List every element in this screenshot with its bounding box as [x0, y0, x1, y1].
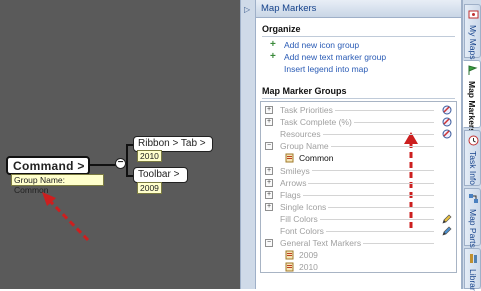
flag-marker-icon — [285, 153, 294, 163]
divider — [262, 98, 455, 99]
tree-item-font-colors[interactable]: Font Colors — [261, 224, 456, 237]
pane-title: Map Markers — [256, 0, 461, 18]
flag-marker-icon — [285, 250, 294, 260]
tree-item-resources[interactable]: Resources — [261, 128, 456, 141]
add-icon-group-link[interactable]: + Add new icon group — [270, 39, 461, 51]
side-tab-strip: My Maps Map Markers Task Info Map Parts … — [462, 0, 481, 291]
expand-icon[interactable]: + — [265, 166, 273, 175]
pencil-icon[interactable] — [442, 214, 452, 224]
task-info-icon — [468, 135, 479, 146]
tree-item-flags[interactable]: + Flags — [261, 188, 456, 201]
divider — [262, 36, 455, 37]
collapse-pane-arrow-icon[interactable]: ▷ — [244, 5, 250, 14]
tree-item-2010[interactable]: 2010 — [261, 261, 456, 273]
organize-heading: Organize — [262, 24, 301, 34]
tab-map-markers[interactable]: Map Markers — [463, 60, 481, 133]
tab-task-info[interactable]: Task Info — [464, 130, 481, 186]
tree-item-arrows[interactable]: + Arrows — [261, 176, 456, 189]
edit-marker-icon[interactable] — [442, 105, 452, 115]
collapse-icon[interactable]: − — [265, 142, 273, 151]
tab-map-parts[interactable]: Map Parts — [464, 188, 481, 248]
map-parts-icon — [469, 194, 478, 203]
tree-item-common[interactable]: Common — [261, 152, 456, 164]
annotation-arrow-icon — [42, 192, 90, 242]
tab-my-maps[interactable]: My Maps — [464, 4, 481, 59]
collapse-icon[interactable]: − — [265, 239, 273, 248]
pane-splitter[interactable]: ▷ — [240, 0, 256, 289]
tree-item-group-name[interactable]: − Group Name — [261, 140, 456, 153]
expand-icon[interactable]: + — [265, 190, 273, 199]
map-marker-groups-heading: Map Marker Groups — [262, 86, 347, 96]
edit-marker-icon[interactable] — [442, 129, 452, 139]
tree-item-task-complete[interactable]: + Task Complete (%) — [261, 116, 456, 129]
insert-legend-link[interactable]: Insert legend into map — [270, 63, 461, 75]
expand-icon[interactable]: + — [265, 178, 273, 187]
flag-marker-icon — [285, 262, 294, 272]
pencil-icon[interactable] — [442, 226, 452, 236]
map-canvas[interactable]: Command > Group Name: Common − Ribbon > … — [0, 0, 240, 289]
annotation-arrow-icon — [404, 132, 418, 228]
tree-item-task-priorities[interactable]: + Task Priorities — [261, 104, 456, 117]
organize-links: + Add new icon group + Add new text mark… — [256, 39, 461, 75]
expand-icon[interactable]: + — [265, 118, 273, 127]
my-maps-icon — [468, 10, 479, 19]
library-icon — [470, 254, 477, 263]
expand-icon[interactable]: + — [265, 202, 273, 211]
tree-item-general-text-markers[interactable]: − General Text Markers — [261, 237, 456, 250]
marker-groups-tree[interactable]: + Task Priorities + Task Complete (%) Re… — [260, 101, 457, 273]
edit-marker-icon[interactable] — [442, 117, 452, 127]
expand-icon[interactable]: + — [265, 106, 273, 115]
map-markers-pane: Map Markers Organize + Add new icon grou… — [256, 0, 462, 289]
plus-icon: + — [270, 39, 276, 50]
plus-icon: + — [270, 51, 276, 62]
tree-item-2009[interactable]: 2009 — [261, 249, 456, 261]
add-text-marker-group-link[interactable]: + Add new text marker group — [270, 51, 461, 63]
tree-item-single-icons[interactable]: + Single Icons — [261, 200, 456, 213]
tree-item-fill-colors[interactable]: Fill Colors — [261, 212, 456, 225]
tree-item-smileys[interactable]: + Smileys — [261, 164, 456, 177]
map-markers-icon — [468, 65, 478, 75]
tab-library[interactable]: Librar — [464, 248, 481, 291]
